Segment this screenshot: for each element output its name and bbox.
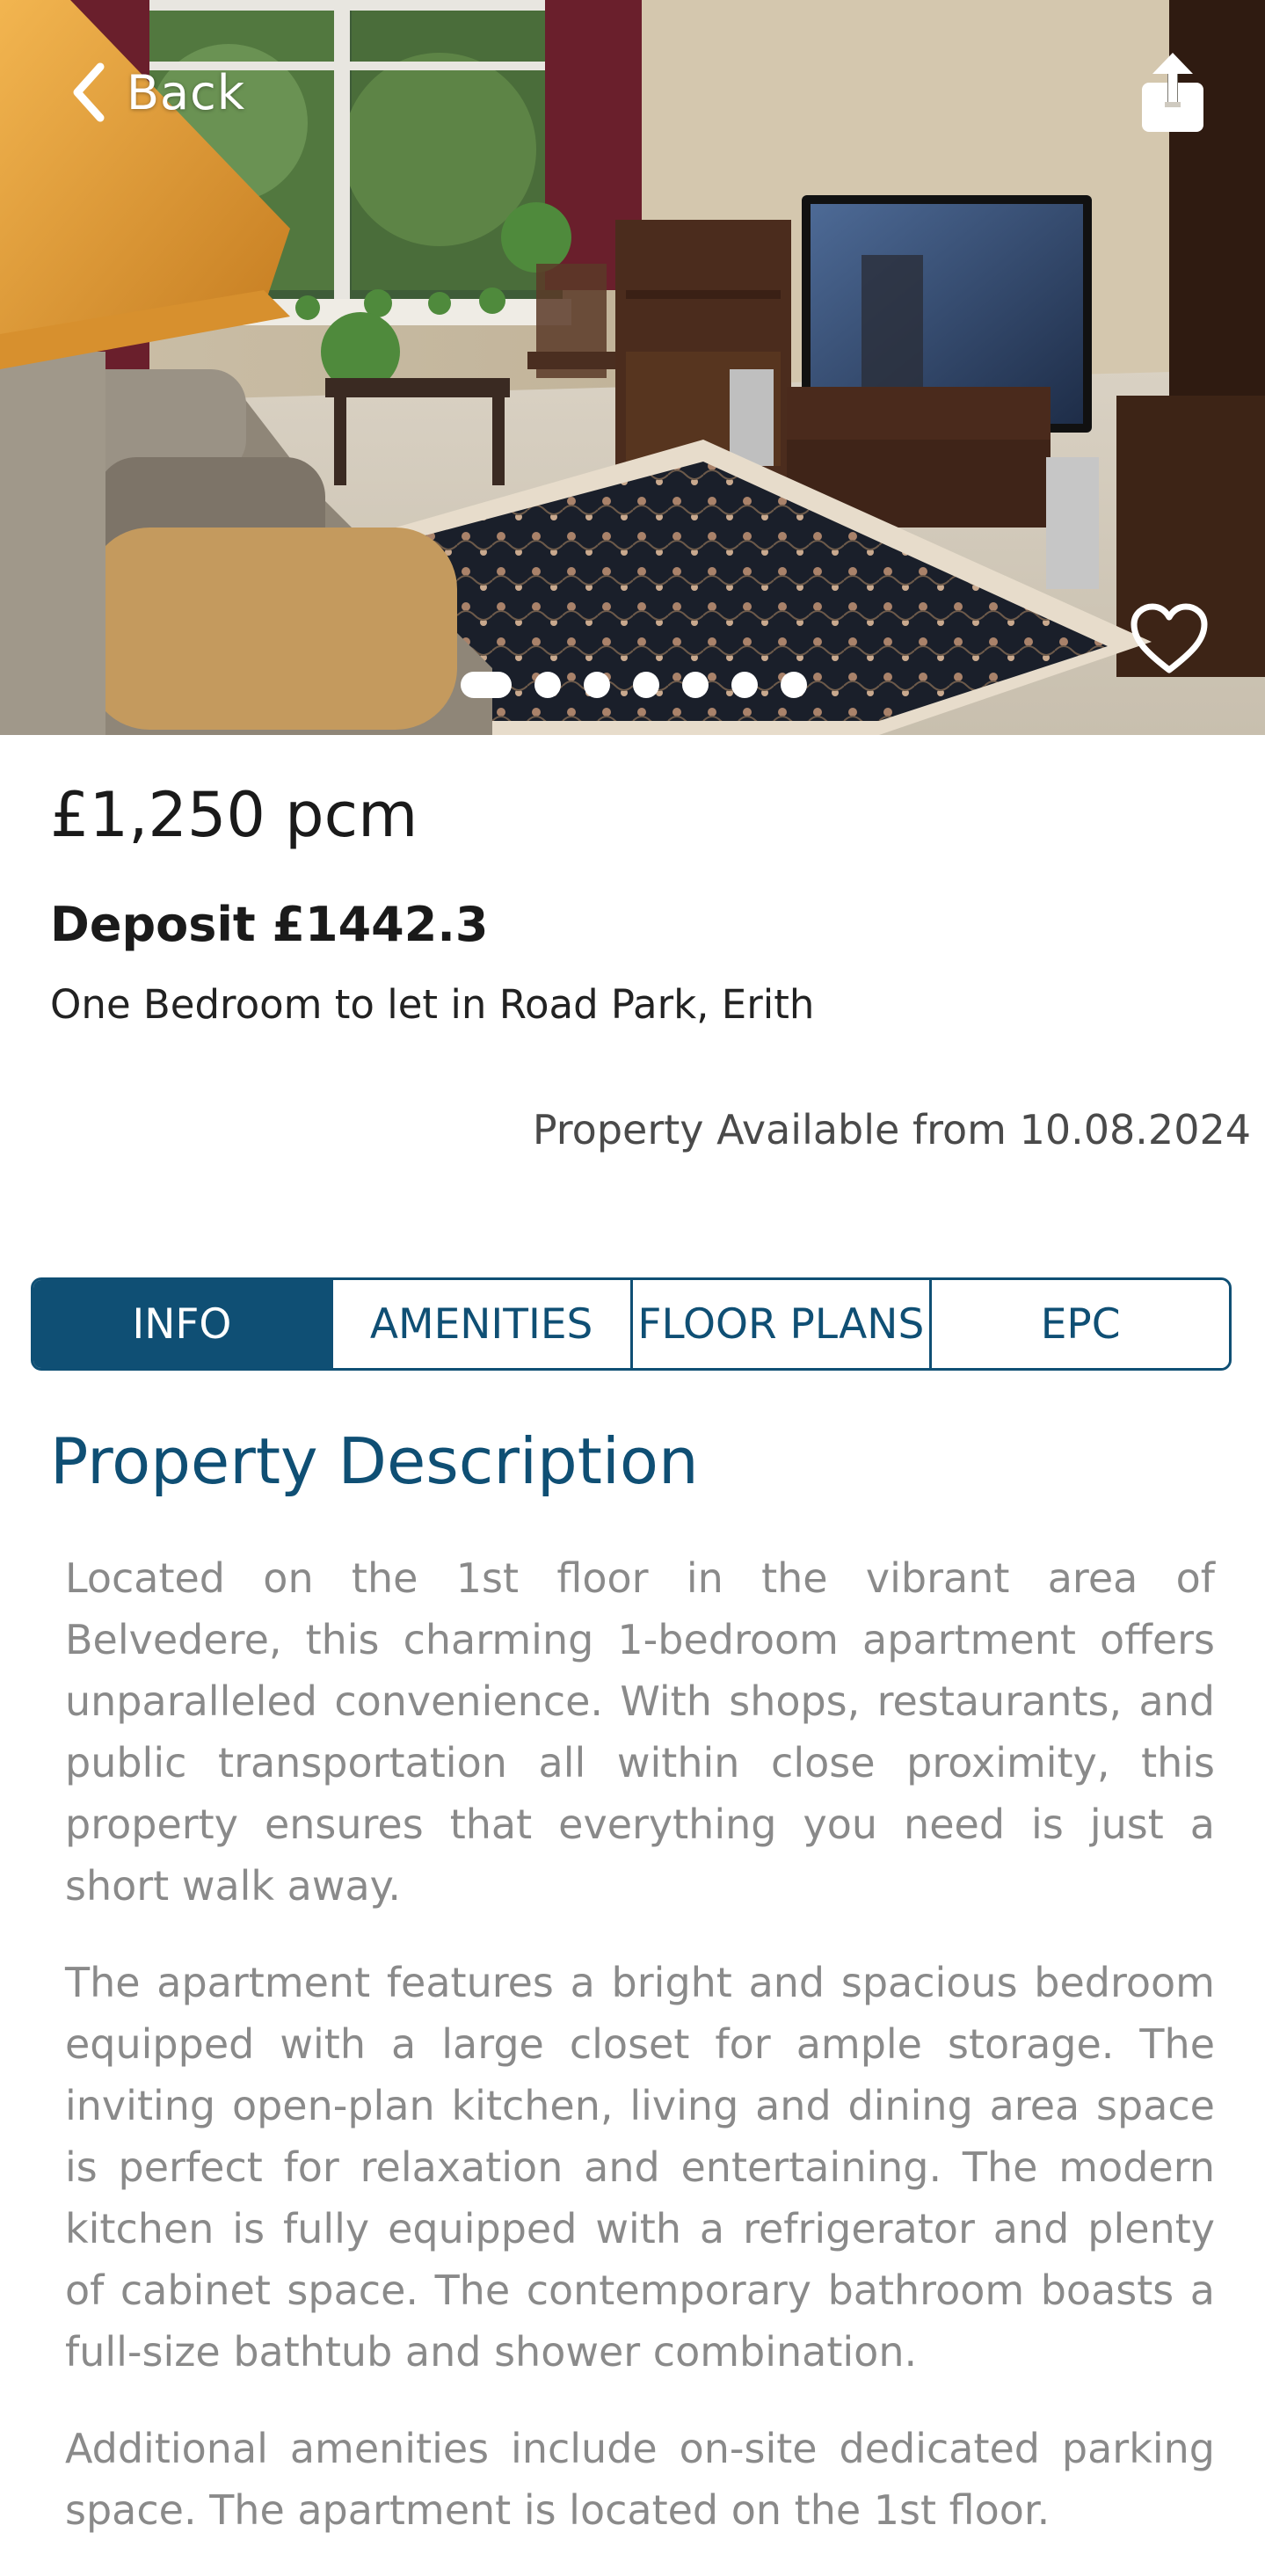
- description-paragraph: Additional amenities include on-site ded…: [65, 2425, 1215, 2534]
- carousel-dot-4[interactable]: [633, 672, 659, 698]
- availability-date: Property Available from 10.08.2024: [532, 1106, 1251, 1153]
- description-paragraph: The apartment features a bright and spac…: [65, 1959, 1215, 2376]
- heart-outline-icon: [1131, 603, 1208, 673]
- tab-epc[interactable]: EPC: [929, 1280, 1229, 1368]
- property-description: Located on the 1st floor in the vibrant …: [65, 1547, 1215, 2576]
- carousel-dot-7[interactable]: [781, 672, 807, 698]
- share-icon: [1142, 53, 1203, 132]
- carousel-dot-5[interactable]: [682, 672, 709, 698]
- rent-price: £1,250 pcm: [50, 779, 418, 851]
- description-heading: Property Description: [50, 1424, 699, 1498]
- share-button[interactable]: [1138, 53, 1207, 134]
- tab-info[interactable]: INFO: [33, 1280, 331, 1368]
- tab-floor-plans[interactable]: FLOOR PLANS: [629, 1280, 930, 1368]
- property-tabs: INFO AMENITIES FLOOR PLANS EPC: [31, 1277, 1232, 1371]
- property-photo-carousel[interactable]: Back: [0, 0, 1265, 735]
- chevron-left-icon: [73, 62, 105, 122]
- back-button[interactable]: Back: [70, 62, 245, 123]
- carousel-dot-3[interactable]: [584, 672, 610, 698]
- back-label: Back: [127, 64, 246, 120]
- carousel-pagination: [461, 672, 807, 698]
- tab-amenities[interactable]: AMENITIES: [330, 1280, 630, 1368]
- description-paragraph: Located on the 1st floor in the vibrant …: [65, 1554, 1215, 1910]
- deposit-amount: Deposit £1442.3: [50, 897, 489, 952]
- listing-title: One Bedroom to let in Road Park, Erith: [50, 981, 815, 1028]
- carousel-dot-2[interactable]: [534, 672, 561, 698]
- favorite-button[interactable]: [1129, 601, 1210, 675]
- carousel-dot-1[interactable]: [461, 672, 512, 698]
- carousel-dot-6[interactable]: [731, 672, 758, 698]
